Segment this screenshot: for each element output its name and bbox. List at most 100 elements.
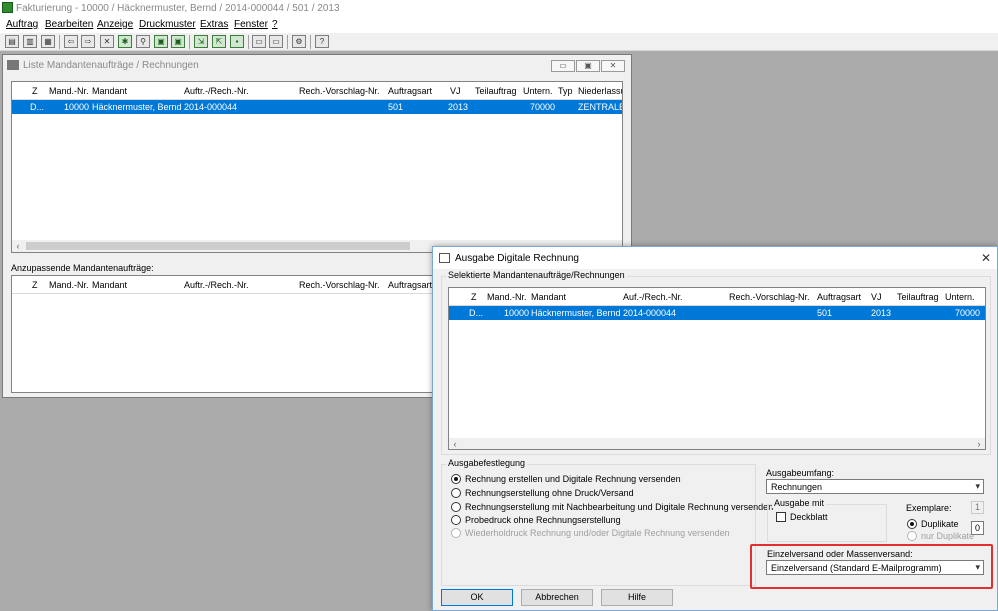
help-button[interactable]: Hilfe: [601, 589, 673, 606]
column-header[interactable]: VJ: [450, 86, 461, 96]
table-row[interactable]: D... 10000 Häcknermuster, Bernd 2014-000…: [12, 100, 622, 114]
edit-document-icon[interactable]: ▥: [23, 35, 37, 48]
menu-label: Fenster: [234, 19, 268, 30]
window-icon[interactable]: ▭: [252, 35, 266, 48]
table-row[interactable]: D... 10000 Häcknermuster, Bernd 2014-000…: [449, 306, 985, 320]
menu-help[interactable]: ?: [272, 19, 278, 30]
column-header[interactable]: Auftr.-/Rech.-Nr.: [184, 86, 249, 96]
column-header[interactable]: Mandant: [92, 280, 127, 290]
column-header[interactable]: VJ: [871, 292, 882, 302]
column-header[interactable]: Niederlassu: [578, 86, 622, 96]
arrow-left-icon[interactable]: ⇦: [64, 35, 78, 48]
column-header[interactable]: Z: [32, 280, 38, 290]
toolbar: ▤ ▥ ▦ ⇦ ⇨ ✕ ✱ ⚲ ▣ ▣ ⇲ ⇱ ▪ ▭ ▭ ⚙ ?: [0, 33, 998, 51]
close-icon[interactable]: ✕: [979, 251, 993, 265]
maximize-button[interactable]: ▣: [576, 60, 600, 72]
minimize-button[interactable]: ▭: [551, 60, 575, 72]
scroll-thumb[interactable]: [26, 242, 410, 250]
radio[interactable]: [451, 488, 461, 498]
cell-nr: 2014-000044: [184, 102, 238, 112]
column-header[interactable]: Auftragsart: [388, 280, 432, 290]
scroll-left-icon[interactable]: ‹: [449, 438, 461, 449]
duplikate-count-field[interactable]: 0: [971, 521, 984, 535]
print-icon[interactable]: ▪: [230, 35, 244, 48]
auftraege-grid[interactable]: Z Mand.-Nr. Mandant Auftr.-/Rech.-Nr. Re…: [11, 81, 623, 253]
close-button[interactable]: ✕: [601, 60, 625, 72]
menu-bearbeiten[interactable]: Bearbeiten: [45, 19, 93, 30]
column-header[interactable]: Teilauftrag: [897, 292, 939, 302]
radio-selected[interactable]: [451, 474, 461, 484]
column-header[interactable]: Mandant: [92, 86, 127, 96]
nur-duplikate-option: nur Duplikate: [907, 530, 977, 542]
group-icon[interactable]: ▣: [154, 35, 168, 48]
horizontal-scrollbar[interactable]: ‹ ›: [449, 438, 985, 449]
chevron-down-icon: ▾: [975, 481, 980, 491]
column-header[interactable]: Teilauftrag: [475, 86, 517, 96]
window-stack-icon[interactable]: ▭: [269, 35, 283, 48]
column-header[interactable]: Typ: [558, 86, 573, 96]
column-header[interactable]: Untern.: [523, 86, 553, 96]
duplikate-option[interactable]: Duplikate: [907, 518, 977, 530]
deckblatt-checkbox[interactable]: [776, 512, 786, 522]
column-header[interactable]: Auftragsart: [817, 292, 861, 302]
cancel-cross-icon[interactable]: ✕: [100, 35, 114, 48]
app-title: Fakturierung - 10000 / Häcknermuster, Be…: [16, 3, 340, 14]
menu-fenster[interactable]: Fenster: [234, 19, 268, 30]
column-header[interactable]: Auftragsart: [388, 86, 432, 96]
radio[interactable]: [451, 515, 461, 525]
column-header[interactable]: Auftr.-/Rech.-Nr.: [184, 280, 249, 290]
option-nachbearbeitung[interactable]: Rechnungserstellung mit Nachbearbeitung …: [451, 501, 773, 513]
column-header[interactable]: Mand.-Nr.: [49, 86, 89, 96]
new-document-icon[interactable]: ▤: [5, 35, 19, 48]
cancel-button[interactable]: Abbrechen: [521, 589, 593, 606]
option-wiederholdruck: Wiederholdruck Rechnung und/oder Digital…: [451, 527, 751, 539]
ok-button[interactable]: OK: [441, 589, 513, 606]
menu-druckmuster[interactable]: Druckmuster: [139, 19, 196, 30]
menu-label: Druckmuster: [139, 19, 196, 30]
app-title-bar: Fakturierung - 10000 / Häcknermuster, Be…: [0, 0, 998, 16]
highlight-box: [750, 544, 993, 589]
toolbar-separator: [248, 35, 249, 49]
column-header[interactable]: Auf.-/Rech.-Nr.: [623, 292, 683, 302]
column-header[interactable]: Mandant: [531, 292, 566, 302]
tree-icon[interactable]: ✱: [118, 35, 132, 48]
column-header[interactable]: Rech.-Vorschlag-Nr.: [299, 86, 380, 96]
cell-niederlassung: ZENTRALE: [578, 102, 623, 112]
menu-extras[interactable]: Extras: [200, 19, 228, 30]
ausgabeumfang-select[interactable]: Rechnungen ▾: [766, 479, 984, 494]
dialog-window-icon: [439, 253, 450, 263]
dialog-grid[interactable]: Z Mand.-Nr. Mandant Auf.-/Rech.-Nr. Rech…: [448, 287, 986, 450]
option-rechnung-erstellen[interactable]: Rechnung erstellen und Digitale Rechnung…: [451, 473, 751, 485]
group-add-icon[interactable]: ▣: [171, 35, 185, 48]
settings-icon[interactable]: ⚙: [292, 35, 306, 48]
export-icon[interactable]: ⇲: [194, 35, 208, 48]
radio[interactable]: [451, 502, 461, 512]
option-probedruck[interactable]: Probedruck ohne Rechnungserstellung: [451, 514, 751, 526]
radio-disabled: [451, 528, 461, 538]
column-header[interactable]: Rech.-Vorschlag-Nr.: [729, 292, 810, 302]
ausgabeumfang-label: Ausgabeumfang:: [766, 468, 835, 478]
menu-label: Auftrag: [6, 19, 39, 30]
column-header[interactable]: Rech.-Vorschlag-Nr.: [299, 280, 380, 290]
menu-anzeige[interactable]: Anzeige: [97, 19, 133, 30]
scroll-left-icon[interactable]: ‹: [12, 240, 24, 252]
context-help-icon[interactable]: ?: [315, 35, 329, 48]
menu-auftrag[interactable]: Auftrag: [6, 19, 38, 30]
column-header[interactable]: Untern.: [945, 292, 975, 302]
exemplare-field[interactable]: 1: [971, 501, 984, 514]
option-label: Rechnung erstellen und Digitale Rechnung…: [465, 474, 681, 484]
column-header[interactable]: Z: [471, 292, 477, 302]
scroll-right-icon[interactable]: ›: [973, 438, 985, 449]
arrow-right-icon[interactable]: ⇨: [81, 35, 95, 48]
import-icon[interactable]: ⇱: [212, 35, 226, 48]
user-search-icon[interactable]: ⚲: [136, 35, 150, 48]
copy-document-icon[interactable]: ▦: [41, 35, 55, 48]
column-header[interactable]: Z: [32, 86, 38, 96]
ausgabe-mit-label: Ausgabe mit: [772, 498, 827, 508]
column-header[interactable]: Mand.-Nr.: [49, 280, 89, 290]
option-ohne-druck[interactable]: Rechnungserstellung ohne Druck/Versand: [451, 487, 751, 499]
cell-nr: 2014-000044: [623, 308, 677, 318]
menu-bar: Auftrag Bearbeiten Anzeige Druckmuster E…: [0, 16, 998, 33]
column-header[interactable]: Mand.-Nr.: [487, 292, 527, 302]
radio-selected[interactable]: [907, 519, 917, 529]
